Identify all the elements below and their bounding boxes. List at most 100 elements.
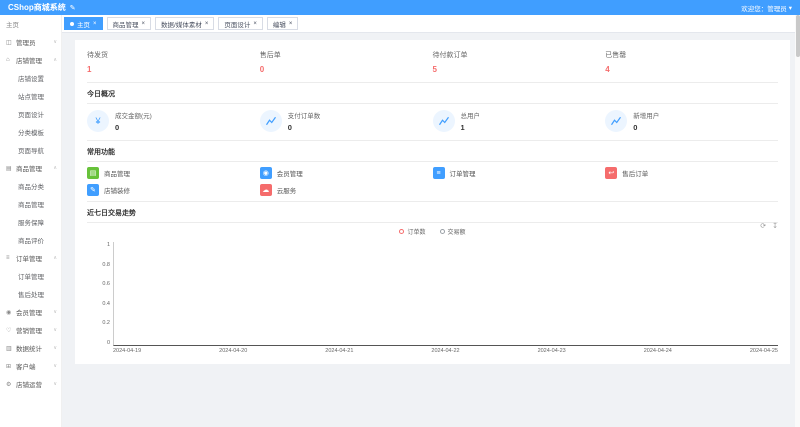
tab-page-design[interactable]: 页面设计 × <box>218 17 263 30</box>
sidebar-item-goods-category[interactable]: 商品分类 <box>0 177 61 195</box>
legend-marker-icon <box>440 229 445 234</box>
close-icon[interactable]: × <box>142 21 146 27</box>
quicklink-member-manage[interactable]: ◉ 会员管理 <box>260 167 433 179</box>
sidebar-item-label: 售后处理 <box>18 289 44 299</box>
top-navbar: CShop商城系统 ✎ 欢迎您：管理员 ▾ <box>0 0 800 15</box>
quicklink-label: 订单管理 <box>450 168 476 178</box>
sidebar-group-statistics[interactable]: ▥ 数据统计 ∨ <box>0 339 61 357</box>
sidebar-group-shop[interactable]: ⌂ 店铺管理 ∧ <box>0 51 61 69</box>
sidebar-group-orders[interactable]: ≡ 订单管理 ∧ <box>0 249 61 267</box>
close-icon[interactable]: × <box>253 21 257 27</box>
line-chart: 1 0.8 0.6 0.4 0.2 0 <box>87 242 778 346</box>
tab-home[interactable]: 主页 × <box>64 17 103 30</box>
sidebar-group-goods[interactable]: ▤ 商品管理 ∧ <box>0 159 61 177</box>
x-axis-labels: 2024-04-19 2024-04-20 2024-04-21 2024-04… <box>113 348 778 354</box>
quicklink-aftersale-orders[interactable]: ↩ 售后订单 <box>605 167 778 179</box>
close-icon[interactable]: × <box>205 21 209 27</box>
caret-down-icon: ▾ <box>789 4 792 12</box>
sidebar-group-label: 商品管理 <box>16 163 52 173</box>
sidebar-group-operation[interactable]: ⚙ 店铺运营 ∨ <box>0 375 61 393</box>
quicklink-label: 售后订单 <box>622 168 648 178</box>
sidebar-item-site-manage[interactable]: 站点管理 <box>0 87 61 105</box>
quick-spacer <box>605 184 778 196</box>
sidebar-item-label: 页面设计 <box>18 109 44 119</box>
sidebar-item-label: 订单管理 <box>18 271 44 281</box>
quicklink-label: 会员管理 <box>277 168 303 178</box>
legend-marker-icon <box>399 229 404 234</box>
monitor-icon: ⊞ <box>6 363 14 370</box>
x-tick: 2024-04-22 <box>431 348 459 354</box>
sidebar-group-marketing[interactable]: ♡ 营销管理 ∨ <box>0 321 61 339</box>
chart-plot-area[interactable] <box>113 242 778 346</box>
cloud-icon: ☁ <box>260 184 272 196</box>
kpi-label: 支付订单数 <box>288 110 321 120</box>
quicklink-order-manage[interactable]: ≡ 订单管理 <box>433 167 606 179</box>
chart-section: 近七日交易走势 ⟳ ↧ 订单数 交易额 1 0.8 <box>87 208 778 354</box>
tab-goods-manage[interactable]: 商品管理 × <box>107 17 152 30</box>
shop-icon: ⌂ <box>6 57 14 63</box>
quicklink-cloud-service[interactable]: ☁ 云服务 <box>260 184 433 196</box>
sidebar-item-order-manage[interactable]: 订单管理 <box>0 267 61 285</box>
tab-label: 编辑 <box>273 19 286 29</box>
quicklink-goods-manage[interactable]: ▤ 商品管理 <box>87 167 260 179</box>
tab-edit[interactable]: 编辑 × <box>267 17 299 30</box>
user-menu[interactable]: 欢迎您：管理员 ▾ <box>741 3 792 13</box>
stat-value: 5 <box>433 65 606 74</box>
yen-icon: ¥ <box>87 110 109 132</box>
section-title-quick: 常用功能 <box>87 147 778 157</box>
sidebar-group-client[interactable]: ⊞ 客户端 ∨ <box>0 357 61 375</box>
scrollbar-thumb[interactable] <box>796 15 800 57</box>
sidebar-item-page-design[interactable]: 页面设计 <box>0 105 61 123</box>
gear-icon: ⚙ <box>6 381 14 388</box>
sidebar-item-category-template[interactable]: 分类模板 <box>0 123 61 141</box>
x-tick: 2024-04-21 <box>325 348 353 354</box>
chart-legend: 订单数 交易额 <box>87 227 778 236</box>
sidebar-item-service-guarantee[interactable]: 服务保障 <box>0 213 61 231</box>
stat-aftersale[interactable]: 售后单 0 <box>260 48 433 80</box>
refresh-icon[interactable]: ⟳ <box>760 222 766 230</box>
legend-item-orders[interactable]: 订单数 <box>399 227 425 236</box>
sidebar-group-label: 店铺运营 <box>16 379 52 389</box>
close-icon[interactable]: × <box>93 21 97 27</box>
x-tick: 2024-04-25 <box>750 348 778 354</box>
sidebar-item-goods-review[interactable]: 商品评价 <box>0 231 61 249</box>
main-content: 待发货 1 售后单 0 待付款订单 5 已售罄 4 今日概况 ¥ <box>62 33 800 427</box>
close-icon[interactable]: × <box>289 21 293 27</box>
sidebar-group-label: 营销管理 <box>16 325 52 335</box>
chevron-up-icon: ∧ <box>53 57 57 63</box>
quicklink-label: 云服务 <box>277 185 297 195</box>
stat-soldout[interactable]: 已售罄 4 <box>605 48 778 80</box>
tags-view-bar: 主页 × 商品管理 × 数据/媒体素材 × 页面设计 × 编辑 × <box>62 15 800 33</box>
stat-pending-ship[interactable]: 待发货 1 <box>87 48 260 80</box>
sidebar-item-page-nav[interactable]: 页面导航 <box>0 141 61 159</box>
edit-icon[interactable]: ✎ <box>70 4 76 12</box>
kpi-paid-orders: 支付订单数 0 <box>260 110 433 132</box>
tab-label: 页面设计 <box>224 19 250 29</box>
kpi-turnover: ¥ 成交金额(元) 0 <box>87 110 260 132</box>
legend-item-turnover[interactable]: 交易额 <box>440 227 466 236</box>
chevron-down-icon: ∨ <box>53 39 57 45</box>
sidebar-item-shop-settings[interactable]: 店铺设置 <box>0 69 61 87</box>
sidebar-item-home[interactable]: 主页 <box>0 15 61 33</box>
y-tick: 1 <box>107 242 110 248</box>
tab-label: 主页 <box>77 19 90 29</box>
sidebar-group-members[interactable]: ◉ 会员管理 ∨ <box>0 303 61 321</box>
sidebar-item-label: 站点管理 <box>18 91 44 101</box>
tab-label: 商品管理 <box>113 19 139 29</box>
sidebar-item-label: 服务保障 <box>18 217 44 227</box>
stat-unpaid-orders[interactable]: 待付款订单 5 <box>433 48 606 80</box>
sidebar-item-aftersale-handle[interactable]: 售后处理 <box>0 285 61 303</box>
page-scrollbar[interactable] <box>795 15 800 427</box>
sidebar-item-label: 商品管理 <box>18 199 44 209</box>
download-icon[interactable]: ↧ <box>772 222 778 230</box>
x-tick: 2024-04-23 <box>538 348 566 354</box>
chart-toolbox: ⟳ ↧ <box>760 222 778 230</box>
sidebar-group-admin[interactable]: ◫ 管理员 ∨ <box>0 33 61 51</box>
tab-media-material[interactable]: 数据/媒体素材 × <box>155 17 214 30</box>
kpi-value: 1 <box>461 123 481 132</box>
goods-icon: ▤ <box>6 165 14 172</box>
sidebar-item-goods-manage[interactable]: 商品管理 <box>0 195 61 213</box>
goods-icon: ▤ <box>87 167 99 179</box>
quicklink-shop-decorate[interactable]: ✎ 店铺装修 <box>87 184 260 196</box>
sidebar-item-label: 商品分类 <box>18 181 44 191</box>
